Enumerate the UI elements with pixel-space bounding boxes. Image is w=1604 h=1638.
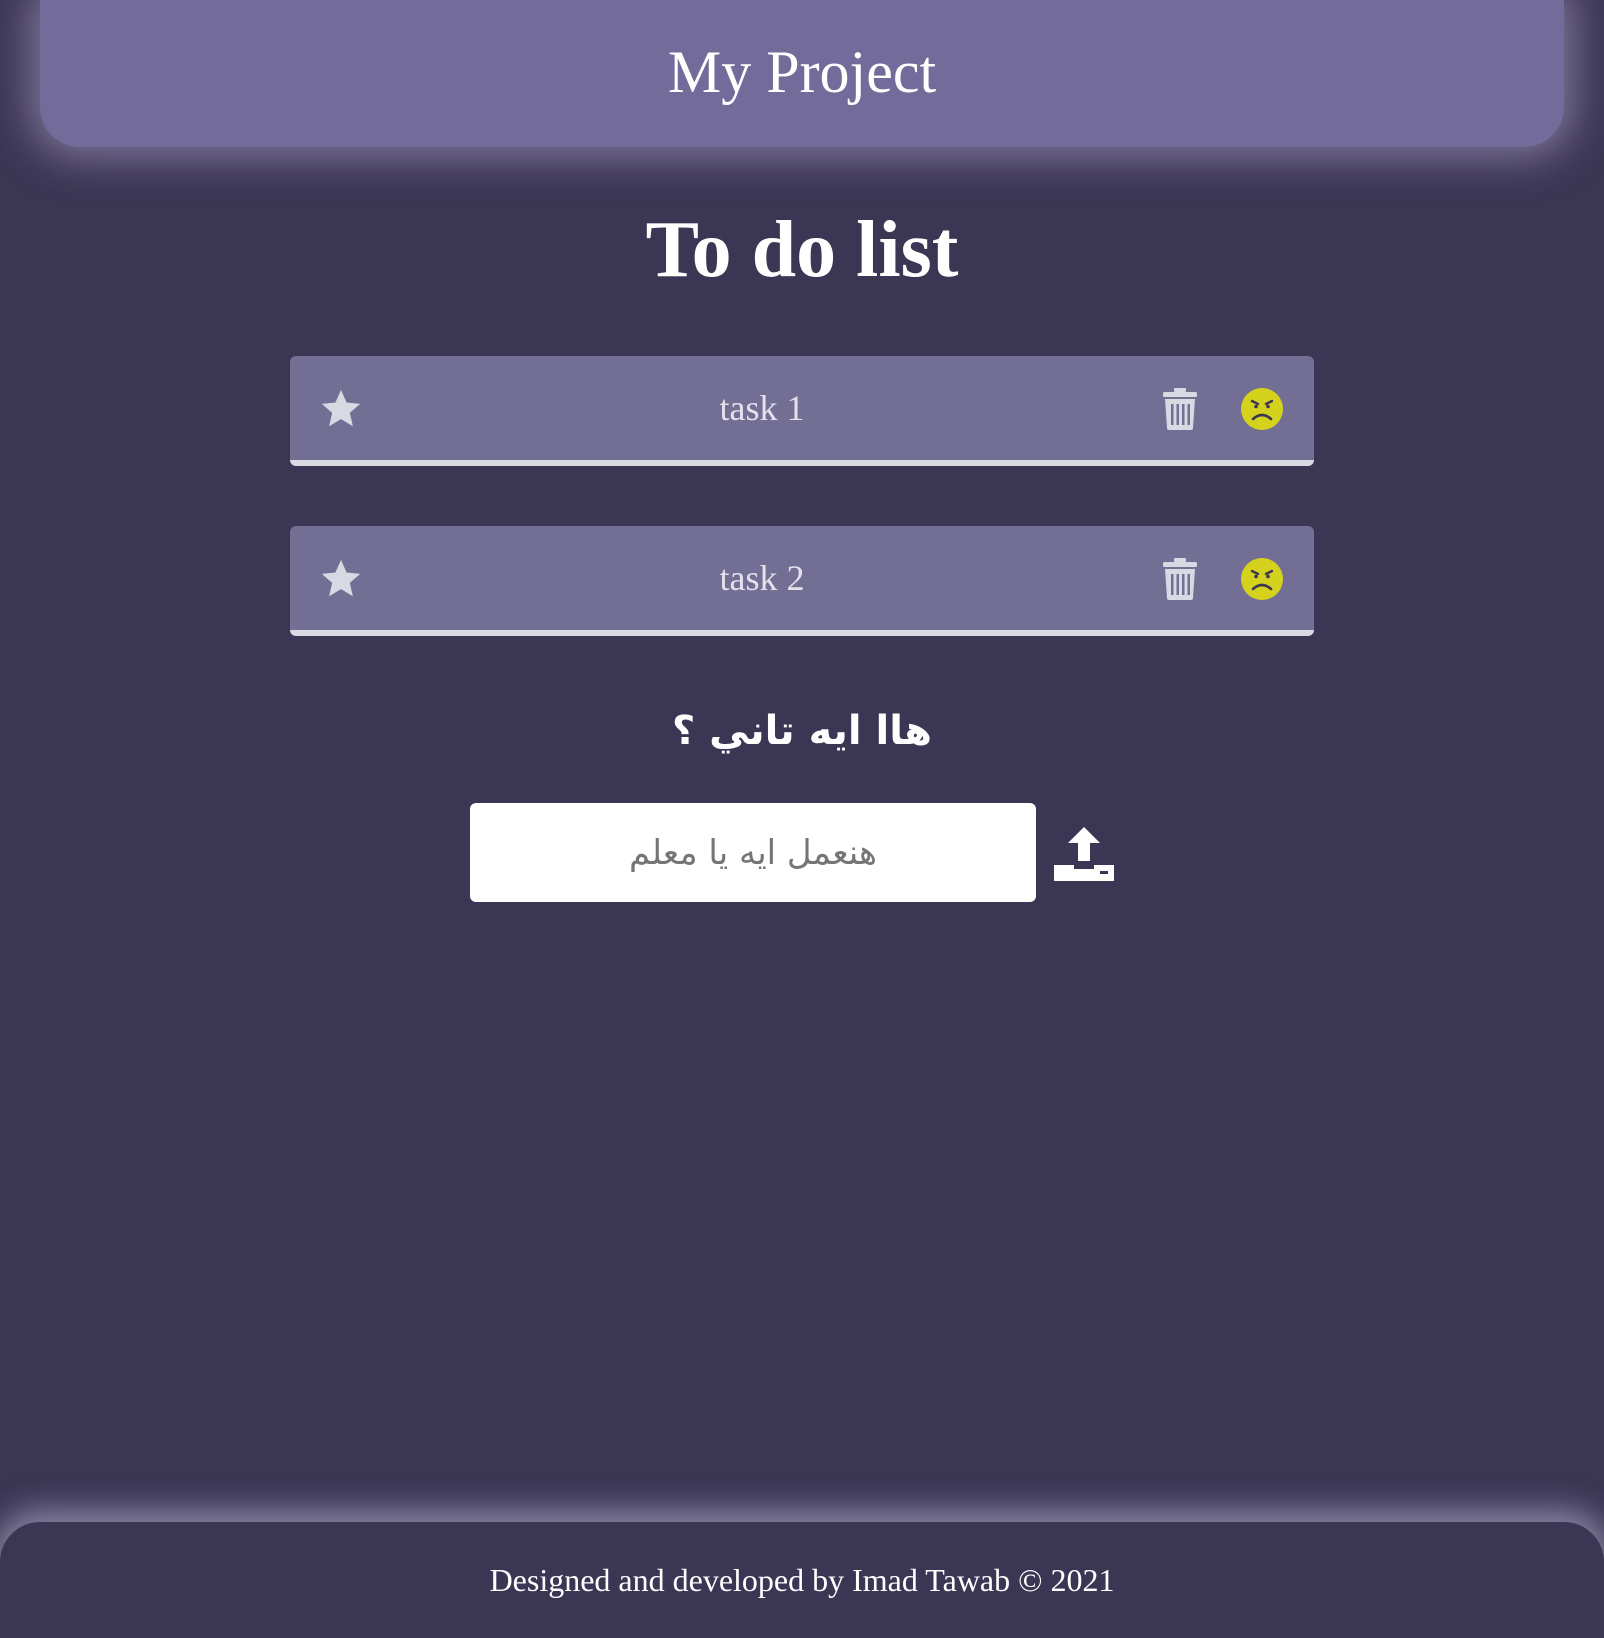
page-title: To do list xyxy=(645,206,959,294)
task-label: task 2 xyxy=(719,558,805,598)
task-item[interactable]: task 1 xyxy=(290,356,1314,466)
angry-face-icon[interactable] xyxy=(1241,558,1283,600)
trash-icon[interactable] xyxy=(1162,558,1198,600)
app-footer: Designed and developed by Imad Tawab © 2… xyxy=(0,1522,1604,1638)
task-label: task 1 xyxy=(719,388,805,428)
trash-icon[interactable] xyxy=(1162,388,1198,430)
new-task-input[interactable] xyxy=(470,803,1036,902)
new-task-prompt: هاا ايه تاني ؟ xyxy=(672,708,932,754)
header-title: My Project xyxy=(667,39,937,105)
upload-icon[interactable] xyxy=(1054,825,1114,881)
app-header: My Project xyxy=(40,0,1564,147)
footer-credits: Designed and developed by Imad Tawab © 2… xyxy=(489,1561,1115,1598)
angry-face-icon[interactable] xyxy=(1241,388,1283,430)
task-item[interactable]: task 2 xyxy=(290,526,1314,636)
task-list: task 1 task 2 xyxy=(290,356,1314,696)
